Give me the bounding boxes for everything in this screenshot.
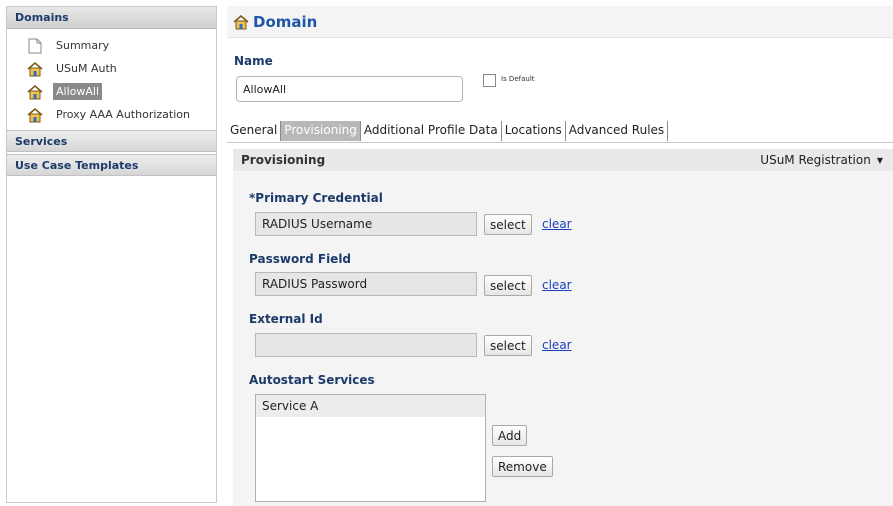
tab-locations[interactable]: Locations [502,121,566,141]
house-icon [27,107,43,123]
name-label: Name [234,54,273,68]
provisioning-panel: Provisioning USuM Registration ▼ *Primar… [233,149,893,506]
autostart-services-label: Autostart Services [249,373,375,387]
password-field-field[interactable] [255,272,477,296]
page-title: Domain [253,12,318,31]
house-icon [27,84,43,100]
caret-down-icon: ▼ [876,155,883,165]
password-field-clear-link[interactable]: clear [542,278,572,292]
sidebar-item-label: Summary [56,39,110,52]
tab-additional-profile-data[interactable]: Additional Profile Data [361,121,502,141]
add-service-button[interactable]: Add [492,425,528,446]
sidebar-item-usum-auth[interactable]: USuM Auth [7,57,216,80]
external-id-field[interactable] [255,333,477,357]
main-panel: Domain Name Is Default General Provision… [227,6,893,506]
password-field-label: Password Field [249,252,352,266]
primary-credential-select-button[interactable]: select [484,214,532,235]
external-id-clear-link[interactable]: clear [542,338,572,352]
panel-title: Provisioning [241,153,326,167]
sidebar-header-domains[interactable]: Domains [7,7,216,29]
sidebar-item-summary[interactable]: Summary [7,34,216,57]
primary-credential-label: *Primary Credential [249,191,383,205]
remove-service-button[interactable]: Remove [492,456,553,477]
name-input[interactable] [236,76,463,102]
list-item[interactable]: Service A [256,395,485,417]
primary-credential-clear-link[interactable]: clear [542,217,572,231]
tab-divider [227,142,893,143]
house-icon [233,14,249,30]
is-default-checkbox[interactable] [483,74,496,87]
password-field-select-button[interactable]: select [484,275,532,296]
sidebar-item-proxy-aaa-authorization[interactable]: Proxy AAA Authorization [7,103,216,126]
house-icon [27,61,43,77]
is-default-label: Is Default [501,75,535,83]
sidebar: Domains Summary USuM Auth AllowAll Proxy… [6,6,217,503]
panel-header: Provisioning USuM Registration ▼ [233,149,893,171]
autostart-services-list[interactable]: Service A [255,394,486,502]
sidebar-section-services[interactable]: Services [7,130,216,152]
tab-advanced-rules[interactable]: Advanced Rules [566,121,669,141]
sidebar-section-use-case-templates[interactable]: Use Case Templates [7,154,216,176]
domain-list: Summary USuM Auth AllowAll Proxy AAA Aut… [7,29,216,130]
sidebar-item-label: Proxy AAA Authorization [56,108,190,121]
registration-dropdown[interactable]: USuM Registration ▼ [760,153,883,167]
sidebar-item-label: AllowAll [53,83,103,100]
external-id-label: External Id [249,312,323,326]
external-id-select-button[interactable]: select [484,335,532,356]
title-bar: Domain [227,6,893,38]
document-icon [27,38,43,54]
primary-credential-field[interactable] [255,212,477,236]
sidebar-item-allowall[interactable]: AllowAll [7,80,216,103]
sidebar-item-label: USuM Auth [56,62,117,75]
tab-provisioning[interactable]: Provisioning [281,121,361,141]
tab-general[interactable]: General [227,121,282,141]
tab-bar: General Provisioning Additional Profile … [227,119,669,141]
registration-dropdown-value: USuM Registration [760,153,871,167]
